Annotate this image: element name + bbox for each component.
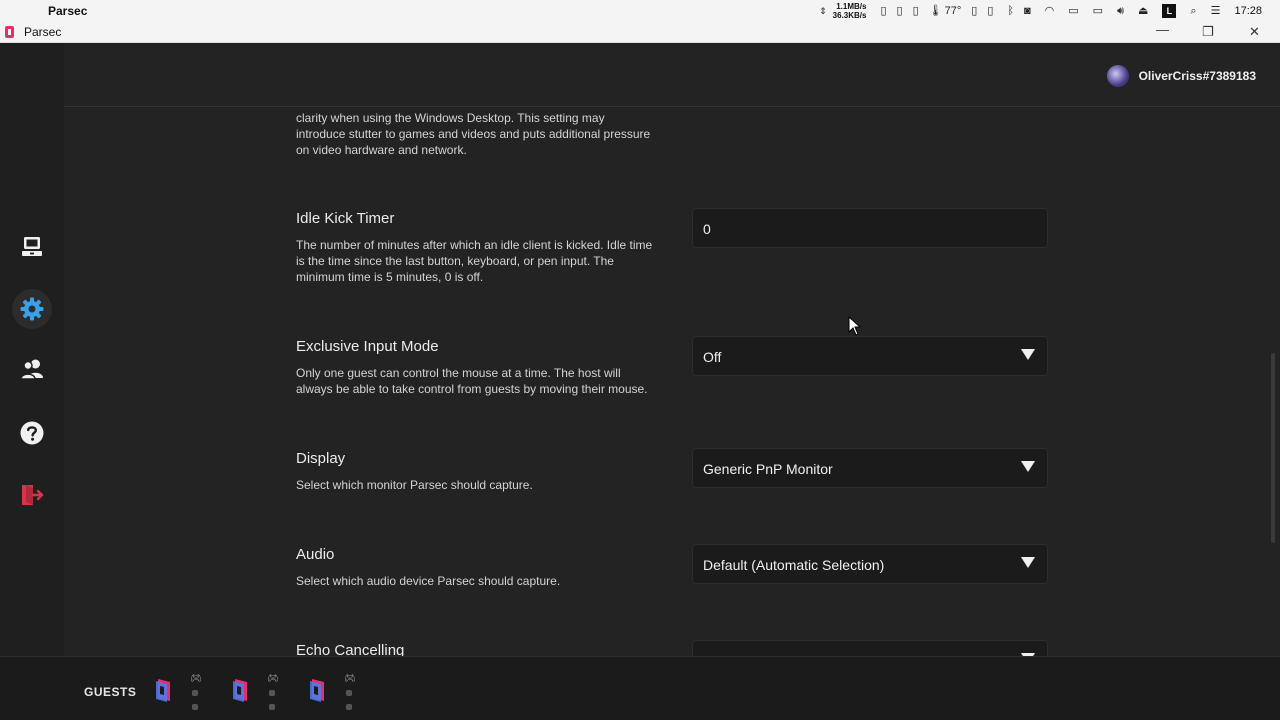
display-select[interactable]: Generic PnP Monitor — [692, 448, 1048, 488]
keyboard-indicator-icon — [192, 690, 198, 696]
menubar-app-name[interactable]: Parsec — [48, 4, 87, 18]
echo-cancelling-select[interactable] — [692, 640, 1048, 656]
spotlight-search-icon[interactable]: ⌕ — [1190, 0, 1196, 22]
dropdown-arrow-icon — [1021, 557, 1035, 568]
device-battery-icon[interactable]: ▯ — [971, 0, 977, 22]
menubar-status-area: ⇕ 1.1MB/s 36.3KB/s ▯ ▯ ▯ 🌡︎ 77° ▯ ▯ ᛒ ◙ … — [819, 0, 1280, 22]
bluetooth-icon[interactable]: ᛒ — [1007, 0, 1014, 22]
minimize-icon[interactable]: — — [1156, 22, 1169, 37]
help-icon — [20, 421, 44, 445]
keyboard-indicator-icon — [269, 690, 275, 696]
guest-slot[interactable]: 🎮︎ — [154, 671, 204, 717]
audio-select[interactable]: Default (Automatic Selection) — [692, 544, 1048, 584]
sidebar-friends-button[interactable] — [12, 349, 52, 389]
temperature-value: 77° — [944, 5, 962, 17]
phone-status-icon[interactable]: ▯ — [913, 0, 919, 22]
device-icon[interactable]: ▯ — [987, 0, 993, 22]
phone-icon[interactable]: ▯ — [880, 0, 886, 22]
gamepad-icon: 🎮︎ — [267, 673, 279, 683]
sidebar — [0, 43, 64, 656]
app-topbar: OliverCriss#7389183 — [64, 43, 1280, 107]
avatar[interactable] — [1106, 65, 1129, 87]
setting-description: clarity when using the Windows Desktop. … — [296, 111, 651, 157]
sidebar-help-button[interactable] — [12, 413, 52, 453]
user-profile[interactable]: OliverCriss#7389183 — [1106, 65, 1256, 87]
volume-icon[interactable]: 🔊︎ — [1117, 0, 1124, 22]
thermometer-icon[interactable]: 🌡︎ — [929, 0, 943, 22]
macos-menubar: Parsec ⇕ 1.1MB/s 36.3KB/s ▯ ▯ ▯ 🌡︎ 77° ▯… — [0, 0, 1280, 22]
setting-description: Only one guest can control the mouse at … — [296, 366, 648, 396]
idle-kick-timer-value: 0 — [703, 221, 711, 237]
mouse-indicator-icon — [192, 704, 198, 710]
network-speed: 1.1MB/s 36.3KB/s — [833, 2, 867, 20]
guest-slot[interactable]: 🎮︎ — [231, 671, 281, 717]
friends-icon — [20, 359, 43, 380]
setting-exclusive-input-mode: Exclusive Input Mode Only one guest can … — [296, 336, 1156, 397]
select-value: Off — [703, 349, 722, 365]
setting-idle-kick-timer: Idle Kick Timer The number of minutes af… — [296, 208, 1156, 285]
network-down-speed: 36.3KB/s — [832, 11, 867, 20]
parsec-guest-icon — [233, 679, 247, 702]
username[interactable]: OliverCriss#7389183 — [1139, 69, 1256, 83]
sidebar-settings-button[interactable] — [12, 289, 52, 329]
phone-battery-icon[interactable]: ▯ — [897, 0, 903, 22]
wifi-icon[interactable]: ◠ — [1045, 0, 1055, 22]
gamepad-icon: 🎮︎ — [344, 673, 356, 683]
setting-display: Display Select which monitor Parsec shou… — [296, 448, 1156, 493]
select-value: Default (Automatic Selection) — [703, 557, 885, 573]
network-up-speed: 1.1MB/s — [836, 2, 867, 11]
battery-icon[interactable]: ▭ — [1093, 0, 1103, 22]
close-icon[interactable]: ✕ — [1249, 24, 1260, 40]
sidebar-computers-button[interactable] — [12, 227, 52, 267]
guests-label: GUESTS — [84, 685, 137, 699]
setting-audio: Audio Select which audio device Parsec s… — [296, 544, 1156, 589]
control-center-icon[interactable]: ☰ — [1211, 0, 1221, 22]
guests-bar: GUESTS 🎮︎ 🎮︎ 🎮︎ — [0, 656, 1280, 720]
window-titlebar: Parsec — ❐ ✕ — [0, 22, 1280, 43]
parsec-logo-icon — [5, 26, 14, 38]
sidebar-logout-button[interactable] — [12, 475, 52, 515]
network-arrows-icon: ⇕ — [819, 6, 827, 16]
eject-icon[interactable]: ⏏ — [1138, 0, 1148, 22]
keyboard-indicator-icon — [346, 690, 352, 696]
window-title: Parsec — [24, 25, 62, 39]
computer-icon — [22, 237, 42, 256]
idle-kick-timer-input[interactable]: 0 — [692, 208, 1048, 248]
display-icon[interactable]: ▭ — [1068, 0, 1078, 22]
settings-panel: clarity when using the Windows Desktop. … — [64, 108, 1280, 656]
setting-description: Select which audio device Parsec should … — [296, 574, 561, 588]
settings-gear-icon — [20, 297, 44, 321]
setting-partial: clarity when using the Windows Desktop. … — [296, 110, 1156, 158]
dropdown-arrow-icon — [1021, 349, 1035, 360]
parsec-guest-icon — [310, 679, 324, 702]
restore-icon[interactable]: ❐ — [1202, 24, 1214, 40]
mouse-indicator-icon — [269, 704, 275, 710]
setting-echo-cancelling: Echo Cancelling — [296, 640, 1156, 656]
guest-slot[interactable]: 🎮︎ — [308, 671, 358, 717]
dropdown-arrow-icon — [1021, 461, 1035, 472]
mouse-indicator-icon — [346, 704, 352, 710]
setting-description: Select which monitor Parsec should captu… — [296, 478, 533, 492]
gamepad-icon: 🎮︎ — [190, 673, 202, 683]
mouse-cursor-icon — [848, 316, 862, 336]
parsec-guest-icon — [156, 679, 170, 702]
exclusive-input-mode-select[interactable]: Off — [692, 336, 1048, 376]
gamepad-menubar-icon[interactable]: ◙ — [1024, 0, 1031, 22]
settings-scrollbar[interactable] — [1271, 353, 1275, 543]
menubar-clock[interactable]: 17:28 — [1234, 5, 1262, 17]
logout-icon — [22, 485, 44, 505]
select-value: Generic PnP Monitor — [703, 461, 833, 477]
input-source-badge[interactable]: L — [1162, 4, 1177, 18]
setting-description: The number of minutes after which an idl… — [296, 238, 653, 284]
